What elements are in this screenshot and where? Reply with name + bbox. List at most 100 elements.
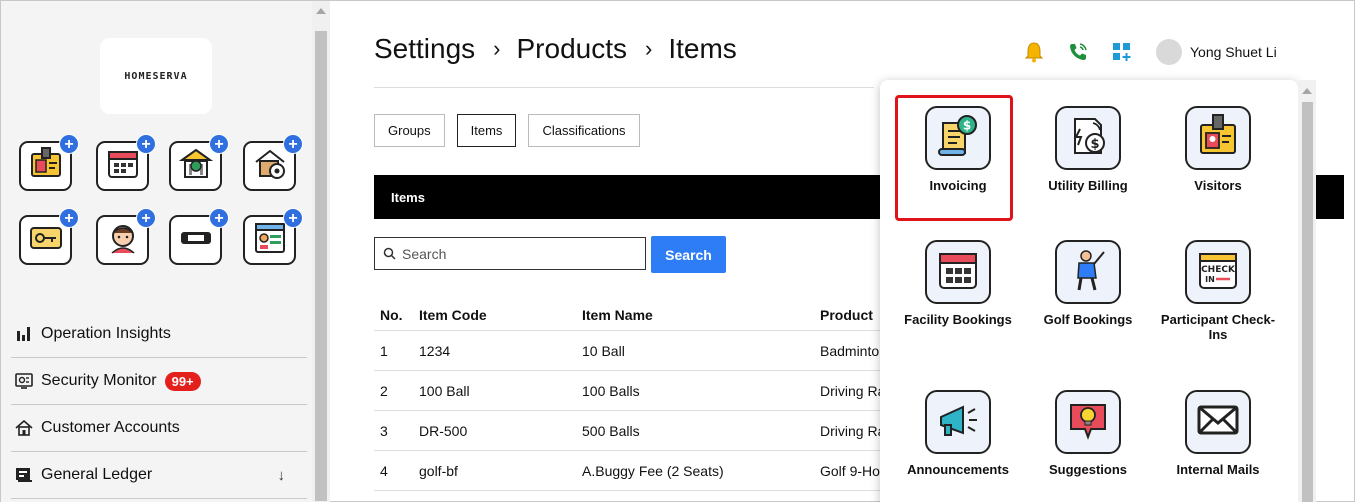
visitor-badge-icon: [1193, 111, 1243, 166]
login-screen-icon: [252, 220, 288, 261]
avatar[interactable]: [1156, 39, 1182, 65]
quick-app-facility[interactable]: +: [96, 134, 156, 191]
header-divider: [374, 87, 874, 88]
app-label: Golf Bookings: [1043, 312, 1133, 327]
svg-text:IN: IN: [1205, 275, 1215, 284]
add-quick-app-icon[interactable]: +: [59, 208, 79, 228]
row-no: 2: [380, 383, 388, 399]
apps-grid-icon[interactable]: [1110, 40, 1134, 64]
header-toolbar: Yong Shuet Li: [1022, 39, 1277, 65]
app-label: Announcements: [907, 462, 1009, 477]
quick-app-face[interactable]: +: [96, 208, 156, 265]
app-tile[interactable]: [1185, 390, 1251, 454]
ledger-icon: [15, 466, 33, 484]
calendar-booking-icon: [934, 246, 982, 299]
check-in-icon: CHECK IN: [1194, 246, 1242, 299]
svg-text:$: $: [1090, 137, 1099, 152]
quick-app-property[interactable]: +: [243, 134, 303, 191]
row-product: Golf 9-Hole: [820, 463, 880, 479]
sidebar-scrollbar[interactable]: [312, 1, 330, 502]
app-menu-scrollbar[interactable]: [1298, 80, 1316, 502]
user-name[interactable]: Yong Shuet Li: [1190, 44, 1277, 60]
add-quick-app-icon[interactable]: +: [209, 208, 229, 228]
add-quick-app-icon[interactable]: +: [283, 134, 303, 154]
tab-bar: Groups Items Classifications: [374, 114, 652, 147]
nav-item-operation-insights[interactable]: Operation Insights: [11, 311, 307, 358]
app-label: Suggestions: [1048, 462, 1127, 477]
row-no: 3: [380, 423, 388, 439]
app-facility-bookings[interactable]: Facility Bookings: [896, 240, 1020, 327]
envelope-icon: [1193, 395, 1243, 450]
app-suggestions[interactable]: Suggestions: [1026, 390, 1150, 477]
add-quick-app-icon[interactable]: +: [136, 134, 156, 154]
app-tile[interactable]: [1055, 390, 1121, 454]
app-utility-billing[interactable]: $ Utility Billing: [1026, 106, 1150, 193]
search-input[interactable]: Search: [374, 237, 646, 270]
quick-app-visitors[interactable]: +: [19, 134, 79, 191]
app-announcements[interactable]: Announcements: [896, 390, 1020, 477]
add-quick-app-icon[interactable]: +: [209, 134, 229, 154]
app-visitors[interactable]: Visitors: [1156, 106, 1280, 193]
tab-items[interactable]: Items: [456, 114, 517, 147]
nav-item-security-monitor[interactable]: Security Monitor 99+: [11, 358, 307, 405]
app-internal-mails[interactable]: Internal Mails: [1156, 390, 1280, 477]
app-label: Internal Mails: [1176, 462, 1260, 477]
quick-app-access-card[interactable]: +: [19, 208, 79, 265]
building-payment-icon: [178, 146, 214, 187]
row-item-name: 500 Balls: [582, 423, 640, 439]
app-tile[interactable]: [1185, 106, 1251, 170]
row-item-code: golf-bf: [419, 463, 458, 479]
app-tile[interactable]: [925, 240, 991, 304]
app-golf-bookings[interactable]: Golf Bookings: [1026, 240, 1150, 327]
lightbulb-icon: [1063, 395, 1113, 450]
quick-app-vehicle[interactable]: +: [169, 208, 229, 265]
scroll-up-arrow-icon[interactable]: [316, 8, 326, 14]
app-tile[interactable]: [925, 390, 991, 454]
megaphone-icon: [933, 395, 983, 450]
row-item-name: A.Buggy Fee (2 Seats): [582, 463, 724, 479]
nav-item-label: Customer Accounts: [41, 419, 180, 436]
bell-icon[interactable]: [1022, 40, 1046, 64]
utility-bill-icon: $: [1063, 111, 1113, 166]
row-no: 1: [380, 343, 388, 359]
column-header-no[interactable]: No.: [380, 307, 403, 323]
tab-groups[interactable]: Groups: [374, 114, 445, 147]
add-quick-app-icon[interactable]: +: [59, 134, 79, 154]
selection-highlight: [895, 95, 1013, 221]
app-tile[interactable]: CHECK IN: [1185, 240, 1251, 304]
sidebar: HOMESERVA + + + + + + + + Operation Insi…: [1, 1, 330, 502]
logo-text: HOMESERVA: [124, 70, 188, 82]
breadcrumb-separator: ›: [645, 36, 653, 61]
expand-arrow-icon[interactable]: ↓: [278, 467, 286, 484]
app-participant-check-ins[interactable]: CHECK IN Participant Check-Ins: [1156, 240, 1280, 342]
app-label: Visitors: [1194, 178, 1242, 193]
quick-app-payments[interactable]: +: [169, 134, 229, 191]
app-tile[interactable]: [1055, 240, 1121, 304]
tab-classifications[interactable]: Classifications: [528, 114, 640, 147]
app-menu-scroll-thumb[interactable]: [1302, 102, 1313, 502]
app-label: Facility Bookings: [904, 312, 1012, 327]
nav-item-general-ledger[interactable]: General Ledger ↓: [11, 452, 307, 499]
column-header-item-code[interactable]: Item Code: [419, 307, 487, 323]
nav-item-customer-accounts[interactable]: Customer Accounts: [11, 405, 307, 452]
golfer-icon: [1064, 246, 1112, 299]
row-no: 4: [380, 463, 388, 479]
phone-icon[interactable]: [1066, 40, 1090, 64]
quick-app-login[interactable]: +: [243, 208, 303, 265]
add-quick-app-icon[interactable]: +: [136, 208, 156, 228]
row-product: Driving Range: [820, 423, 880, 439]
search-button[interactable]: Search: [651, 236, 726, 273]
visitor-badge-icon: [28, 146, 64, 187]
sidebar-scroll-thumb[interactable]: [315, 31, 327, 501]
scroll-up-arrow-icon[interactable]: [1302, 88, 1312, 94]
breadcrumb-products[interactable]: Products: [517, 33, 628, 65]
column-header-item-name[interactable]: Item Name: [582, 307, 653, 323]
add-quick-app-icon[interactable]: +: [283, 208, 303, 228]
nav-item-label: Operation Insights: [41, 325, 171, 342]
row-product: Badminton: [820, 343, 880, 359]
app-tile[interactable]: $: [1055, 106, 1121, 170]
column-header-product[interactable]: Product: [820, 307, 880, 323]
company-logo[interactable]: HOMESERVA: [100, 38, 212, 114]
search-bar: Search Search: [374, 236, 726, 274]
breadcrumb-settings[interactable]: Settings: [374, 33, 475, 65]
